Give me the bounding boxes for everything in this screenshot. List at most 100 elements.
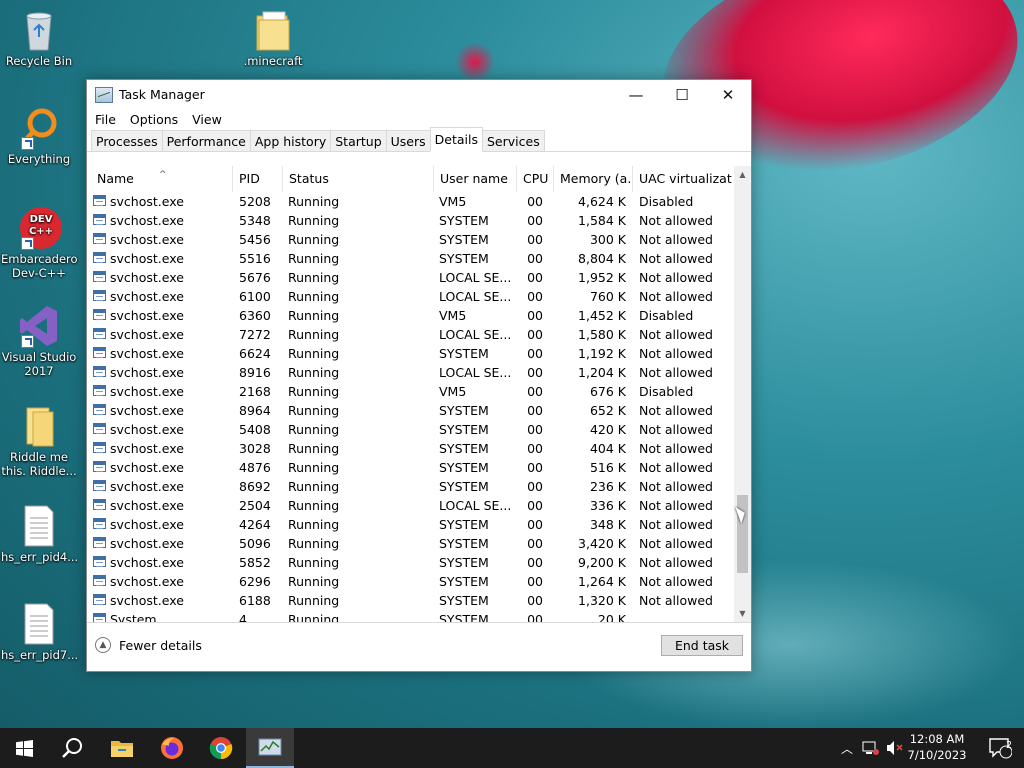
uac-cell-text: Not allowed [639,270,713,285]
tab-users[interactable]: Users [385,130,431,151]
desktop-icon-minecraft-folder[interactable]: .minecraft [235,8,311,68]
tab-services[interactable]: Services [482,130,545,151]
table-row[interactable]: svchost.exe 7272 Running LOCAL SE... 00 1,580… [87,325,733,344]
start-button[interactable] [0,728,48,768]
shortcut-arrow-icon [21,237,34,250]
vertical-scrollbar[interactable]: ▲ ▼ [734,166,751,622]
action-center-button[interactable]: 2 [976,728,1024,768]
desktop-icon-riddle-folder[interactable]: Riddle me this. Riddle... [1,404,77,478]
table-row[interactable]: svchost.exe 5408 Running SYSTEM 00 420 K Not a… [87,420,733,439]
user-name-cell-text: SYSTEM [439,536,489,551]
scroll-down-arrow-icon[interactable]: ▼ [734,605,751,622]
table-row[interactable]: svchost.exe 8692 Running SYSTEM 00 236 K Not a… [87,477,733,496]
uac-cell-text: Disabled [639,384,694,399]
table-row[interactable]: svchost.exe 4876 Running SYSTEM 00 516 K Not a… [87,458,733,477]
table-row[interactable]: svchost.exe 8964 Running SYSTEM 00 652 K Not a… [87,401,733,420]
process-name-cell: svchost.exe [91,363,231,382]
search-button[interactable] [48,728,96,768]
tab-performance[interactable]: Performance [161,130,251,151]
fewer-details-label: Fewer details [119,637,202,653]
table-row[interactable]: svchost.exe 6624 Running SYSTEM 00 1,192 K Not… [87,344,733,363]
memory-cell-text: 236 K [589,479,626,494]
search-icon [62,738,82,758]
tab-details[interactable]: Details [429,127,483,152]
taskbar: ︿ 12:08 AM 7/10/2023 2 [0,728,1024,768]
taskbar-chrome[interactable] [197,728,245,768]
taskbar-firefox[interactable] [148,728,196,768]
desktop-icon-recycle-bin[interactable]: Recycle Bin [1,8,77,68]
table-row[interactable]: svchost.exe 6100 Running LOCAL SE... 00 760 K… [87,287,733,306]
close-button[interactable]: ✕ [705,80,751,109]
fewer-details-button[interactable]: ▲ Fewer details [95,637,202,653]
table-row[interactable]: svchost.exe 8916 Running LOCAL SE... 00 1,204… [87,363,733,382]
visual-studio-icon [19,304,59,348]
column-header-name[interactable]: ^ Name [91,166,233,192]
column-header-cpu[interactable]: CPU [517,166,554,192]
column-header-uac[interactable]: UAC virtualizat... [633,166,733,192]
scroll-up-arrow-icon[interactable]: ▲ [734,166,751,183]
cpu-cell-text: 00 [527,232,543,247]
taskbar-file-explorer[interactable] [98,728,146,768]
desktop-icon-visual-studio[interactable]: Visual Studio 2017 [1,304,77,378]
minimize-button[interactable]: — [613,80,659,109]
menu-file[interactable]: File [95,112,116,127]
shortcut-arrow-icon [21,137,34,150]
table-row[interactable]: svchost.exe 5096 Running SYSTEM 00 3,420 K Not… [87,534,733,553]
desktop-icon-everything[interactable]: Everything [1,106,77,166]
end-task-button[interactable]: End task [661,635,743,656]
taskbar-task-manager[interactable] [246,728,294,768]
process-window-icon [93,442,106,453]
table-row[interactable]: svchost.exe 4264 Running SYSTEM 00 348 K Not a… [87,515,733,534]
taskbar-clock[interactable]: 12:08 AM 7/10/2023 [906,731,968,763]
table-row[interactable]: svchost.exe 6296 Running SYSTEM 00 1,264 K Not… [87,572,733,591]
table-row[interactable]: svchost.exe 6188 Running SYSTEM 00 1,320 K Not… [87,591,733,610]
tab-startup[interactable]: Startup [330,130,387,151]
column-header-user-name[interactable]: User name [434,166,517,192]
uac-cell-text: Not allowed [639,251,713,266]
network-icon[interactable] [862,740,880,756]
desktop-icon-devcpp[interactable]: DEV C++ Embarcadero Dev-C++ [1,206,78,280]
table-row[interactable]: svchost.exe 5852 Running SYSTEM 00 9,200 K Not… [87,553,733,572]
pid-cell-text: 7272 [239,327,271,342]
column-header-status[interactable]: Status [283,166,434,192]
cpu-cell-text: 00 [527,365,543,380]
menu-view[interactable]: View [192,112,222,127]
pid-cell-text: 6296 [239,574,271,589]
table-row[interactable]: svchost.exe 2168 Running VM5 00 676 K Disabled [87,382,733,401]
table-row[interactable]: svchost.exe 3028 Running SYSTEM 00 404 K Not a… [87,439,733,458]
tab-processes[interactable]: Processes [91,130,163,151]
volume-muted-icon[interactable] [886,740,904,756]
process-window-icon [93,480,106,491]
process-name-cell: svchost.exe [91,287,231,306]
process-window-icon [93,575,106,586]
cpu-cell-text: 00 [527,479,543,494]
table-header: ^ Name PID Status User name CPU Memory (… [87,166,733,192]
table-row[interactable]: svchost.exe 6360 Running VM5 00 1,452 K Disabl… [87,306,733,325]
table-row[interactable]: svchost.exe 5348 Running SYSTEM 00 1,584 K Not… [87,211,733,230]
menu-options[interactable]: Options [130,112,178,127]
desktop-icon-label: Visual Studio 2017 [1,350,77,378]
status-cell: Running [288,268,433,287]
memory-cell: 1,452 K [553,306,626,325]
column-header-pid[interactable]: PID [233,166,283,192]
tab-app-history[interactable]: App history [249,130,332,151]
process-name-cell-text: svchost.exe [110,213,184,228]
task-manager-app-icon [95,86,113,103]
column-header-memory[interactable]: Memory (a... [554,166,633,192]
window-footer: ▲ Fewer details End task [87,623,751,671]
maximize-button[interactable]: ☐ [659,80,705,109]
title-bar[interactable]: Task Manager — ☐ ✕ [87,80,751,109]
desktop-icon-hs-err-1[interactable]: hs_err_pid4... [1,504,78,564]
table-row[interactable]: svchost.exe 5208 Running VM5 00 4,624 K Disabl… [87,192,733,211]
show-hidden-icons-chevron-icon[interactable]: ︿ [838,740,856,757]
table-row[interactable]: System 4 Running SYSTEM 00 20 K [87,610,733,622]
table-row[interactable]: svchost.exe 5516 Running SYSTEM 00 8,804 K Not… [87,249,733,268]
table-row[interactable]: svchost.exe 5676 Running LOCAL SE... 00 1,952… [87,268,733,287]
cpu-cell: 00 [513,477,543,496]
process-name-cell: System [91,610,231,622]
table-row[interactable]: svchost.exe 2504 Running LOCAL SE... 00 336 K… [87,496,733,515]
table-row[interactable]: svchost.exe 5456 Running SYSTEM 00 300 K Not a… [87,230,733,249]
desktop-icon-hs-err-2[interactable]: hs_err_pid7... [1,602,78,662]
pid-cell: 6624 [238,344,283,363]
process-window-icon [93,271,106,282]
